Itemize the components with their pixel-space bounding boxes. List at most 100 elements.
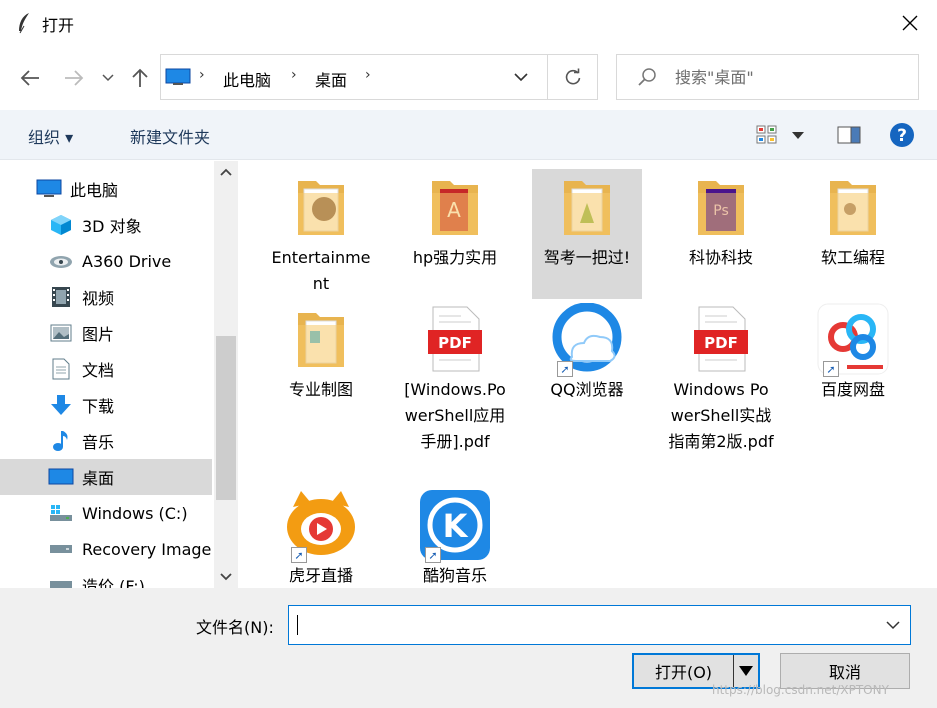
file-item[interactable]: PDF Windows PowerShell实战指南第2版.pdf [666, 301, 776, 455]
arrow-up-icon [132, 68, 148, 87]
organize-menu[interactable]: 组织 ▾ [28, 124, 73, 148]
search-icon [638, 68, 656, 86]
shortcut-arrow-icon: ➚ [425, 547, 441, 563]
preview-pane-button[interactable] [836, 122, 862, 148]
folder-icon: A [415, 169, 495, 245]
filename-input[interactable] [297, 614, 867, 636]
drive-icon [48, 574, 74, 588]
chevron-down-icon [102, 74, 114, 82]
file-item[interactable]: ➚ QQ浏览器 [532, 301, 642, 403]
file-name: 软工编程 [820, 248, 885, 267]
file-item[interactable]: PDF [Windows.PowerShell应用手册].pdf [400, 301, 510, 455]
sidebar-item-windows-c[interactable]: Windows (C:) [0, 495, 212, 531]
file-name: QQ浏览器 [550, 380, 624, 399]
computer-icon [36, 178, 62, 200]
kugou-badge: K [443, 507, 469, 545]
sidebar-item-documents[interactable]: 文档 [0, 351, 212, 387]
new-folder-button[interactable]: 新建文件夹 [130, 124, 210, 148]
address-dropdown-button[interactable] [511, 67, 531, 87]
sidebar-item-3d-objects[interactable]: 3D 对象 [0, 207, 212, 243]
file-item[interactable]: ➚ 虎牙直播 [266, 487, 376, 588]
filename-label: 文件名(N): [196, 618, 274, 637]
sidebar-item-label: 图片 [82, 325, 115, 344]
huya-live-icon: ➚ [281, 487, 361, 563]
svg-text:?: ? [897, 126, 907, 146]
file-item[interactable]: 软工编程 [798, 169, 908, 271]
cloud-drive-icon [48, 250, 74, 272]
file-name: 酷狗音乐 [422, 566, 487, 585]
sidebar-item-label: A360 Drive [82, 251, 172, 271]
sidebar-item-label: 此电脑 [70, 181, 119, 200]
caret-down-icon [739, 666, 753, 676]
arrow-right-icon [65, 70, 84, 86]
footer-panel: 文件名(N): 打开(O) 取消 https://blog.csdn.net/X… [0, 588, 937, 708]
music-icon [48, 430, 74, 452]
help-icon: ? [890, 123, 914, 147]
chevron-down-icon [886, 620, 900, 629]
address-bar[interactable]: › 此电脑 › 桌面 › [160, 54, 598, 100]
sidebar-item-label: 桌面 [82, 469, 115, 488]
sidebar-item-videos[interactable]: 视频 [0, 279, 212, 315]
sidebar-item-label: 造价 (F:) [82, 577, 145, 588]
scroll-thumb[interactable] [216, 336, 236, 500]
window-title: 打开 [42, 16, 75, 35]
sidebar-item-drive-f[interactable]: 造价 (F:) [0, 567, 212, 588]
scroll-down-button[interactable] [214, 566, 237, 588]
view-options-button[interactable] [754, 122, 780, 148]
kugou-music-icon: K ➚ [415, 487, 495, 563]
close-button[interactable] [893, 6, 927, 40]
scroll-up-button[interactable] [214, 161, 237, 183]
file-item[interactable]: ➚ 百度网盘 [798, 301, 908, 403]
folder-icon [547, 169, 627, 245]
preview-pane-icon [837, 126, 861, 144]
file-item[interactable]: 驾考一把过! [532, 169, 642, 299]
sidebar-item-downloads[interactable]: 下载 [0, 387, 212, 423]
refresh-button[interactable] [547, 55, 597, 99]
download-icon [48, 394, 74, 416]
file-item[interactable]: K ➚ 酷狗音乐 [400, 487, 510, 588]
sidebar-item-desktop[interactable]: 桌面 [0, 459, 212, 495]
search-input[interactable] [675, 65, 905, 89]
folder-icon [281, 301, 361, 377]
file-name: Windows PowerShell实战指南第2版.pdf [668, 380, 774, 451]
video-icon [48, 286, 74, 308]
back-button[interactable] [18, 66, 42, 90]
command-bar: 组织 ▾ 新建文件夹 ? [0, 110, 937, 160]
filename-dropdown-button[interactable] [884, 616, 902, 634]
filename-combobox[interactable] [288, 605, 911, 645]
forward-button[interactable] [62, 66, 86, 90]
sidebar-item-a360-drive[interactable]: A360 Drive [0, 243, 212, 279]
file-item[interactable]: A hp强力实用 [400, 169, 510, 271]
view-dropdown-button[interactable] [790, 122, 806, 148]
file-name: [Windows.PowerShell应用手册].pdf [404, 380, 506, 451]
sidebar-scrollbar[interactable] [214, 161, 237, 588]
help-button[interactable]: ? [888, 122, 916, 148]
search-box[interactable] [616, 54, 919, 100]
baidu-netdisk-icon: ➚ [813, 301, 893, 377]
file-name: 百度网盘 [820, 380, 885, 399]
document-icon [48, 358, 74, 380]
qq-browser-icon: ➚ [547, 301, 627, 377]
breadcrumb-this-pc[interactable]: 此电脑 [223, 67, 271, 91]
sidebar-item-label: 下载 [82, 397, 115, 416]
recent-locations-button[interactable] [98, 66, 118, 90]
file-item[interactable]: Entertainment [266, 169, 376, 297]
sidebar-item-label: 视频 [82, 289, 115, 308]
chevron-down-icon [220, 573, 232, 581]
sidebar-item-label: 文档 [82, 361, 115, 380]
up-button[interactable] [128, 66, 152, 90]
file-item[interactable]: Ps 科协科技 [666, 169, 776, 271]
sidebar-item-music[interactable]: 音乐 [0, 423, 212, 459]
sidebar-item-pictures[interactable]: 图片 [0, 315, 212, 351]
shortcut-arrow-icon: ➚ [291, 547, 307, 563]
sidebar-item-this-pc[interactable]: 此电脑 [0, 171, 212, 207]
pdf-file-icon: PDF [681, 301, 761, 377]
sidebar-item-label: Windows (C:) [82, 503, 188, 523]
breadcrumb-desktop[interactable]: 桌面 [315, 67, 347, 91]
desktop-icon [48, 466, 74, 488]
computer-icon [165, 68, 191, 85]
navigation-bar: › 此电脑 › 桌面 › [0, 46, 937, 108]
sidebar-item-label: Recovery Image [82, 539, 212, 559]
file-item[interactable]: 专业制图 [266, 301, 376, 403]
sidebar-item-recovery-image[interactable]: Recovery Image [0, 531, 212, 567]
